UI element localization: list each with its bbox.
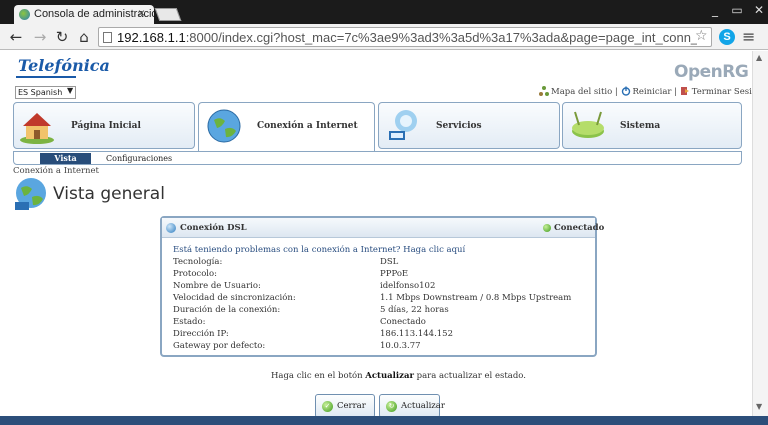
favicon-icon [19,9,30,20]
scroll-down-icon[interactable]: ▼ [756,402,762,411]
back-icon[interactable]: ← [6,24,26,50]
restart-link[interactable]: Reiniciar [621,86,671,97]
tab-close-icon[interactable]: × [138,6,145,20]
scroll-up-icon[interactable]: ▲ [756,53,762,62]
new-tab-button[interactable] [154,8,182,21]
globe-icon [207,109,241,143]
language-value: ES Spanish [18,88,63,97]
power-icon [621,86,630,96]
info-row: Nombre de Usuario: idelfonso102 [173,281,436,291]
close-icon: ✓ [322,401,333,412]
tab-system-label: Sistema [620,121,661,131]
dropdown-arrow-icon: ▼ [67,86,74,95]
subtab-settings[interactable]: Configuraciones [106,153,172,164]
refresh-button[interactable]: ↻ Actualizar [379,394,445,418]
page-title: Vista general [53,184,165,204]
breadcrumb: Conexión a Internet [13,166,99,176]
tab-internet-connection[interactable]: Conexión a Internet [198,102,375,152]
tab-home[interactable]: Página Inicial [13,102,195,149]
os-taskbar [0,416,768,425]
panel-header: Conexión DSL Conectado [162,218,604,238]
tab-services[interactable]: Servicios [378,102,560,149]
globe-icon [15,178,46,210]
info-row: Protocolo: PPPoE [173,269,409,279]
minimize-button[interactable]: _ [704,2,726,18]
sitemap-icon [539,86,549,96]
dsl-connection-panel: Conexión DSL Conectado Está teniendo pro… [160,216,604,357]
troubleshoot-link[interactable]: Está teniendo problemas con la conexión … [173,245,465,255]
tab-services-label: Servicios [436,121,482,131]
telefonica-logo[interactable]: Telefónica [18,56,110,75]
close-button[interactable]: ✓ Cerrar [315,394,375,418]
bookmark-star-icon[interactable]: ☆ [695,28,708,44]
address-bar[interactable]: 192.168.1.1:8000/index.cgi?host_mac=7c%3… [98,27,712,47]
page-icon [103,32,112,43]
services-icon [389,110,417,140]
home-icon[interactable]: ⌂ [74,24,94,50]
subtab-overview[interactable]: Vista general [40,153,91,174]
dsl-globe-icon [166,223,176,233]
info-row: Gateway por defecto: 10.0.3.77 [173,341,421,351]
logo-underline [16,76,76,78]
page-scrollbar[interactable]: ▲ ▼ [752,51,768,416]
browser-titlebar: Consola de administración × _ ▭ ✕ [0,0,768,24]
refresh-icon: ↻ [386,401,397,412]
panel-title: Conexión DSL [180,223,247,233]
info-row: Estado: Conectado [173,317,426,327]
info-row: Duración de la conexión: 5 días, 22 horas [173,305,449,315]
openrg-logo: OpenRG [674,62,749,82]
info-row: Dirección IP: 186.113.144.152 [173,329,454,339]
info-row: Tecnología: DSL [173,257,399,267]
info-row: Velocidad de sincronización: 1.1 Mbps Dow… [173,293,572,303]
tab-home-label: Página Inicial [71,121,141,131]
status-badge: Conectado [554,223,605,233]
sitemap-link[interactable]: Mapa del sitio [539,86,612,97]
language-select[interactable]: ES Spanish ▼ [15,86,76,99]
logout-icon [680,87,689,95]
tab-system[interactable]: Sistema [562,102,742,149]
url-text: 192.168.1.1:8000/index.cgi?host_mac=7c%3… [117,30,697,45]
browser-tab[interactable]: Consola de administración × [14,5,154,24]
browser-menu-icon[interactable]: ≡ [742,27,755,46]
top-links: Mapa del sitio | Reiniciar | Terminar Se… [539,86,762,97]
router-icon [572,111,604,138]
tab-title: Consola de administración [34,8,154,20]
browser-toolbar: ← → ↻ ⌂ 192.168.1.1:8000/index.cgi?host_… [0,24,768,50]
house-icon [20,113,54,144]
logout-link[interactable]: Terminar Sesión [680,86,762,97]
forward-icon[interactable]: → [30,24,50,50]
skype-extension-icon[interactable]: S [719,29,735,45]
maximize-button[interactable]: ▭ [726,2,748,18]
tab-internet-label: Conexión a Internet [257,121,358,131]
close-window-button[interactable]: ✕ [748,2,768,18]
reload-icon[interactable]: ↻ [52,24,72,50]
status-ok-icon [543,224,551,232]
refresh-instructions: Haga clic en el botón Actualizar para ac… [271,371,526,381]
